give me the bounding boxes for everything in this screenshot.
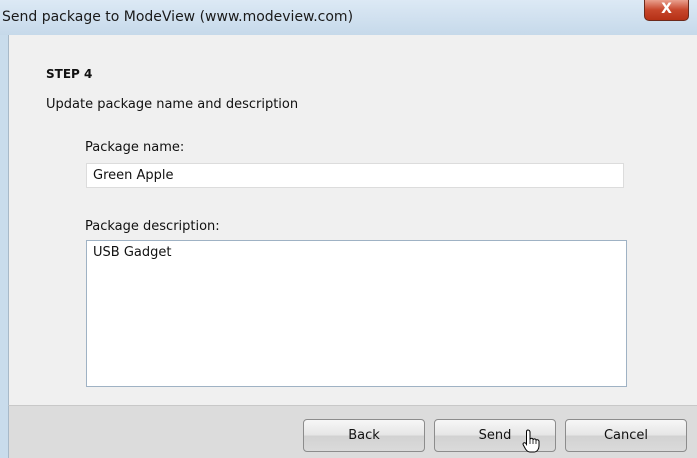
cancel-button[interactable]: Cancel [565, 419, 687, 452]
step-subtitle: Update package name and description [46, 97, 299, 112]
button-bar: Back Send Cancel [8, 405, 697, 458]
step-title: STEP 4 [46, 67, 93, 81]
close-icon: X [661, 1, 672, 17]
wizard-content: STEP 4 Update package name and descripti… [8, 35, 697, 405]
package-name-input[interactable] [86, 163, 624, 188]
window-titlebar: Send package to ModeView (www.modeview.c… [0, 0, 697, 35]
close-button[interactable]: X [644, 0, 689, 21]
hand-cursor-icon [522, 429, 540, 453]
back-button[interactable]: Back [303, 419, 425, 452]
package-description-input[interactable]: USB Gadget [86, 240, 627, 387]
package-name-label: Package name: [85, 140, 185, 155]
package-description-label: Package description: [85, 219, 220, 234]
window-title: Send package to ModeView (www.modeview.c… [2, 9, 354, 25]
